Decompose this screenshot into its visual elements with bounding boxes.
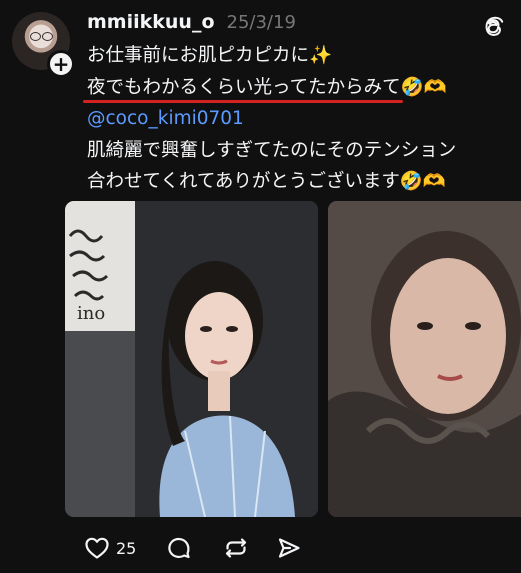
avatar-glasses — [29, 32, 54, 41]
post-body: お仕事前にお肌ピカピカに✨ 夜でもわかるくらい光ってたからみて🤣🫶 @coco_… — [87, 40, 507, 198]
repost-button[interactable] — [223, 535, 249, 561]
comment-bubble-icon — [166, 535, 192, 561]
plus-icon: + — [52, 52, 70, 76]
media-carousel[interactable]: ino — [65, 201, 521, 517]
post-line-4: 肌綺麗で興奮しすぎてたのにそのテンション — [87, 139, 457, 161]
repost-icon — [223, 535, 249, 561]
post-photo-1[interactable]: ino — [65, 201, 318, 517]
post-line-1: お仕事前にお肌ピカピカに✨ — [87, 45, 333, 66]
follow-plus-button[interactable]: + — [47, 50, 75, 78]
post-header: mmiikkuu_o 25/3/19 — [87, 11, 296, 37]
underlined-text: 夜でもわかるくらい光ってたからみて — [87, 76, 401, 98]
reply-button[interactable] — [166, 535, 192, 561]
threads-logo-icon[interactable] — [481, 14, 505, 38]
heart-icon — [84, 536, 110, 560]
post-photo-2[interactable] — [328, 201, 521, 517]
post-actions: 25 — [84, 533, 302, 563]
post-line-5: 合わせてくれてありがとうございます🤣🫶 — [87, 171, 446, 192]
send-icon — [276, 535, 302, 561]
post-date: 25/3/19 — [226, 12, 296, 33]
wall-text: ino — [77, 303, 105, 324]
like-count: 25 — [116, 538, 137, 558]
username[interactable]: mmiikkuu_o — [87, 11, 215, 33]
post-line-2: 夜でもわかるくらい光ってたからみて🤣🫶 — [87, 72, 507, 104]
mention-link[interactable]: @coco_kimi0701 — [87, 108, 244, 129]
like-button[interactable]: 25 — [84, 536, 136, 560]
emoji: 🤣🫶 — [400, 76, 447, 98]
post-line-3: @coco_kimi0701 — [87, 103, 507, 135]
share-button[interactable] — [276, 535, 302, 561]
